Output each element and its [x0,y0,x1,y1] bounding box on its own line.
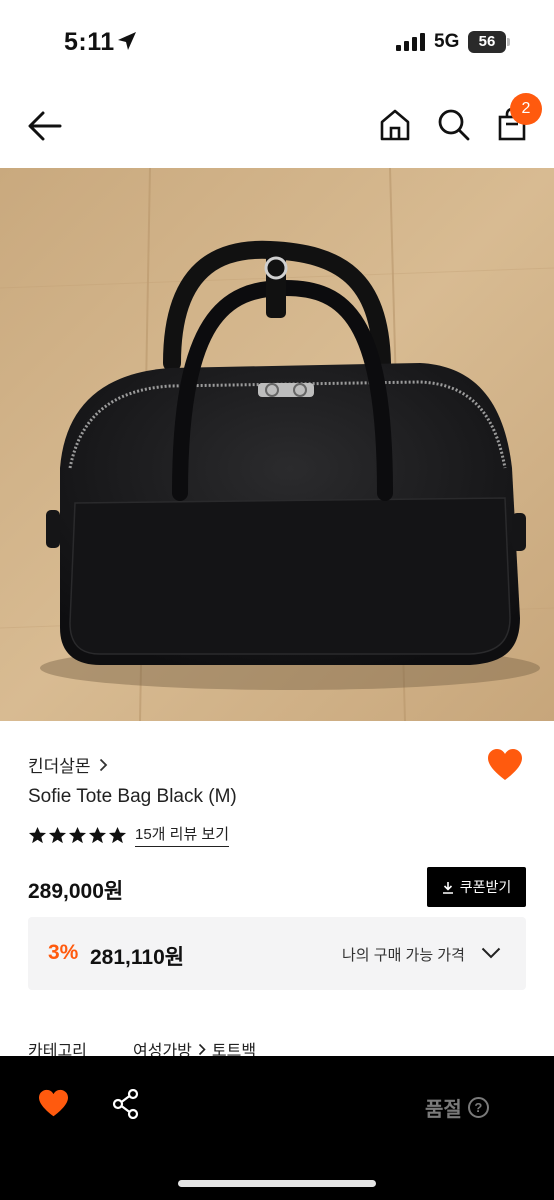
signal-bars-icon [396,33,425,51]
discount-price-panel[interactable]: 3% 281,110원 나의 구매 가능 가격 [28,917,526,990]
location-arrow-icon [118,32,136,50]
wishlist-heart-icon[interactable] [38,1089,69,1118]
product-image[interactable] [0,168,554,721]
star-icon [88,826,107,843]
battery-icon: 56 [468,31,510,53]
bottom-action-bar: 품절 ? [0,1056,554,1200]
back-arrow-icon[interactable] [26,108,64,144]
network-type: 5G [434,31,460,52]
coupon-button[interactable]: 쿠폰받기 [427,867,526,907]
battery-cap [507,38,510,46]
soldout-label: 품절 [425,1099,462,1121]
nav-bar [0,84,554,168]
chevron-down-icon[interactable] [481,947,501,959]
chevron-right-icon [99,758,107,771]
star-icon [48,826,67,843]
original-price: 289,000원 [28,880,124,903]
help-icon[interactable]: ? [467,1097,489,1118]
brand-link[interactable]: 킨더살몬 [28,752,108,777]
share-icon[interactable] [112,1089,140,1119]
soldout-status: 품절 ? [425,1093,489,1122]
rating-stars [28,826,127,845]
star-icon [28,826,47,843]
home-indicator [178,1180,376,1187]
battery-level: 56 [468,31,506,53]
download-icon [442,881,453,894]
star-icon [68,826,87,843]
discount-rate: 3% [48,941,79,964]
review-link[interactable]: 15개 리뷰 보기 [135,823,230,847]
status-bar: 5:11 5G 56 [0,0,554,84]
my-price-label: 나의 구매 가능 가격 [342,947,465,964]
product-photo [0,168,554,721]
brand-name: 킨더살몬 [28,757,91,776]
rating-row: 15개 리뷰 보기 [28,823,230,847]
star-icon [108,826,127,843]
wishlist-heart-icon[interactable] [487,748,523,782]
search-icon[interactable] [437,108,471,142]
product-title: Sofie Tote Bag Black (M) [28,786,237,807]
discount-price: 281,110원 [90,946,185,969]
cart-count-badge: 2 [510,93,542,125]
chevron-right-icon [198,1043,206,1055]
home-icon[interactable] [378,108,412,142]
coupon-label: 쿠폰받기 [459,879,512,895]
status-time: 5:11 [64,28,115,56]
